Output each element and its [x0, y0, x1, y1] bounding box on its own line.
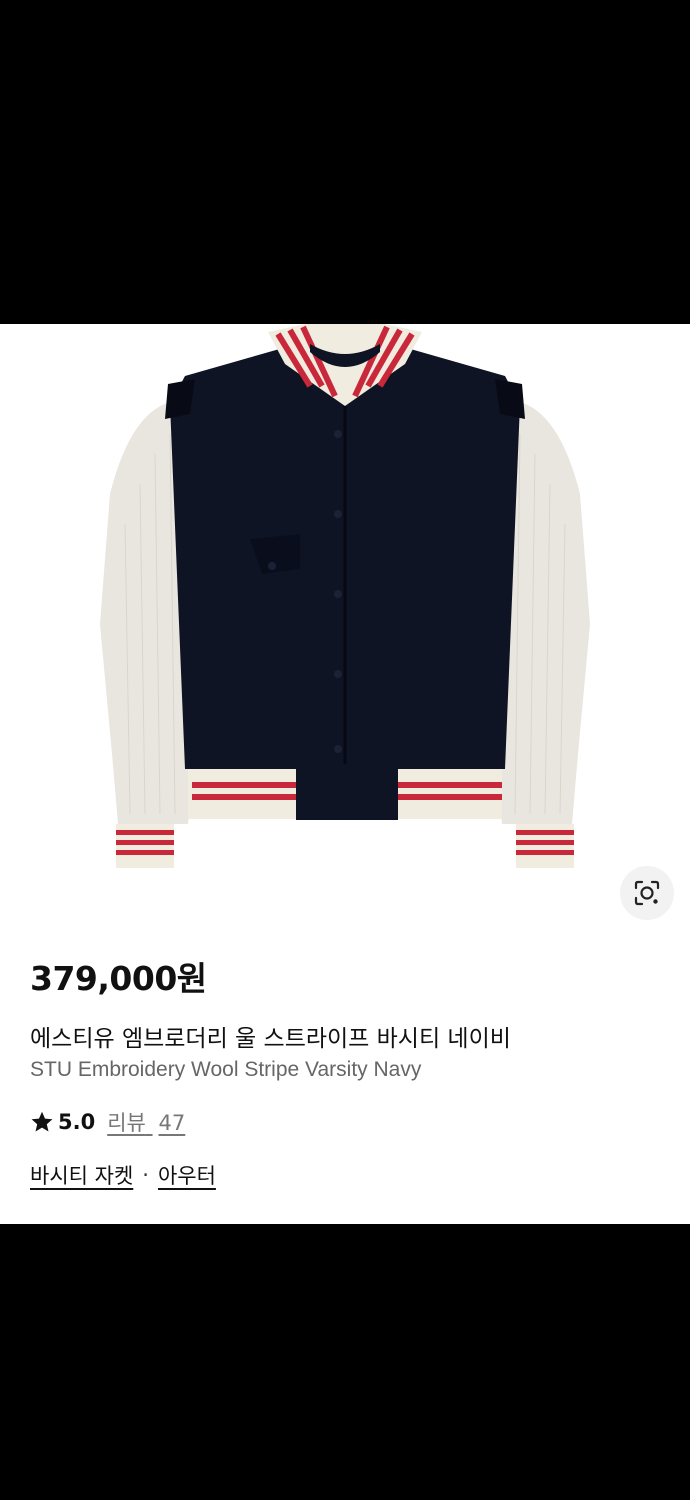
rating-value: 5.0 — [58, 1110, 96, 1134]
review-label: 리뷰 — [107, 1111, 146, 1135]
rating-row: 5.0 리뷰 47 — [30, 1107, 185, 1137]
product-title-korean: 에스티유 엠브로더리 울 스트라이프 바시티 네이비 — [30, 1026, 511, 1052]
top-black-area — [0, 0, 690, 324]
review-count: 47 — [158, 1111, 186, 1135]
category-breadcrumb: 바시티 자켓 · 아우터 — [30, 1160, 216, 1190]
visual-search-icon — [634, 880, 660, 906]
review-link[interactable]: 리뷰 47 — [107, 1107, 185, 1137]
star-icon — [31, 1111, 53, 1132]
product-price: 379,000원 — [30, 959, 207, 998]
product-card: 379,000원 에스티유 엠브로더리 울 스트라이프 바시티 네이비 STU … — [0, 324, 690, 1224]
category-link-varsity-jacket[interactable]: 바시티 자켓 — [30, 1160, 133, 1190]
visual-search-button[interactable] — [620, 866, 674, 920]
bottom-black-area — [0, 1224, 690, 1500]
category-link-outer[interactable]: 아우터 — [158, 1160, 216, 1190]
product-image[interactable] — [0, 324, 690, 924]
product-title-english: STU Embroidery Wool Stripe Varsity Navy — [30, 1058, 422, 1081]
category-separator: · — [142, 1163, 149, 1187]
